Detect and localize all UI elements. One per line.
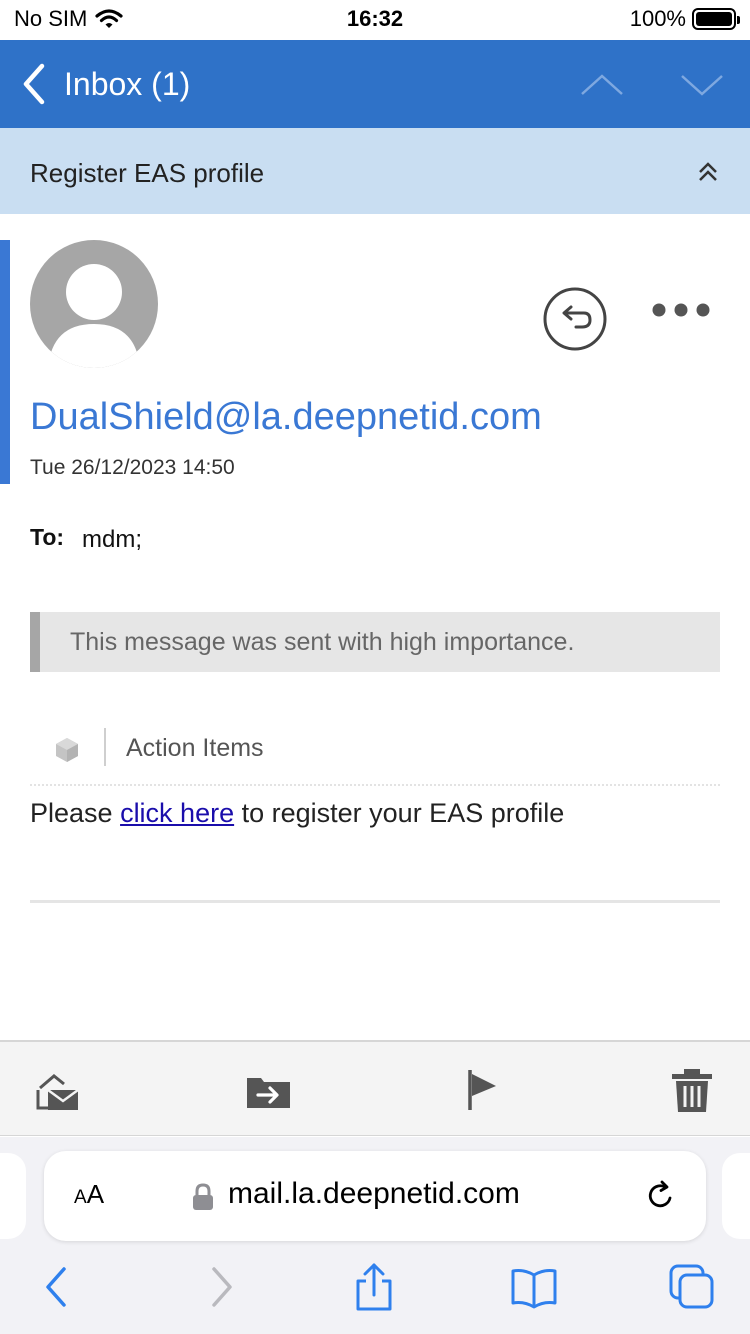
importance-text: This message was sent with high importan… xyxy=(70,628,575,656)
bookmarks-icon[interactable] xyxy=(510,1263,558,1311)
address-bar[interactable]: AA mail.la.deepnetid.com xyxy=(44,1151,706,1241)
mail-action-toolbar xyxy=(0,1040,750,1136)
message-accent-bar xyxy=(0,240,10,484)
person-icon xyxy=(48,264,140,368)
browser-bottom-bar: AA mail.la.deepnetid.com xyxy=(0,1137,750,1334)
flag-icon[interactable] xyxy=(460,1066,508,1114)
previous-message-chevron-up-icon[interactable] xyxy=(578,68,626,102)
previous-tab-preview[interactable] xyxy=(0,1153,26,1239)
conversation-subject-bar[interactable]: Register EAS profile xyxy=(0,128,750,214)
browser-forward-icon[interactable] xyxy=(198,1263,242,1311)
action-items-divider xyxy=(104,728,106,766)
share-icon[interactable] xyxy=(352,1263,396,1311)
action-items-bar[interactable]: Action Items xyxy=(30,724,720,786)
mail-header: Inbox (1) xyxy=(0,40,750,128)
next-message-chevron-down-icon[interactable] xyxy=(678,68,726,102)
lock-icon xyxy=(193,1183,213,1210)
battery-percent: 100% xyxy=(629,6,686,31)
url-text[interactable]: mail.la.deepnetid.com xyxy=(228,1177,520,1211)
status-bar: No SIM 16:32 100% xyxy=(0,0,750,40)
importance-banner: This message was sent with high importan… xyxy=(30,612,720,672)
more-options-icon[interactable] xyxy=(650,298,712,322)
mark-read-envelope-icon[interactable] xyxy=(34,1066,82,1114)
delete-trash-icon[interactable] xyxy=(668,1066,716,1114)
message-end-divider xyxy=(30,900,720,903)
action-items-label: Action Items xyxy=(126,734,264,762)
register-link[interactable]: click here xyxy=(120,798,234,828)
body-text-before: Please xyxy=(30,798,121,828)
status-right: 100% xyxy=(629,6,740,32)
body-text-after: to register your EAS profile xyxy=(234,798,565,828)
reload-icon[interactable] xyxy=(644,1179,678,1213)
sender-address[interactable]: DualShield@la.deepnetid.com xyxy=(30,396,542,439)
battery-icon xyxy=(692,8,740,30)
back-chevron-icon[interactable] xyxy=(18,62,54,106)
collapse-double-chevron-up-icon[interactable] xyxy=(694,158,722,186)
reply-icon[interactable] xyxy=(542,286,608,352)
message-body: Please click here to register your EAS p… xyxy=(30,798,564,829)
to-label: To: xyxy=(30,524,65,550)
inbox-title[interactable]: Inbox (1) xyxy=(64,66,190,103)
text-size-button[interactable]: AA xyxy=(74,1179,104,1210)
sender-avatar xyxy=(30,240,158,368)
conversation-subject: Register EAS profile xyxy=(30,158,265,188)
move-to-folder-icon[interactable] xyxy=(244,1066,292,1114)
message-datetime: Tue 26/12/2023 14:50 xyxy=(30,456,235,479)
browser-back-icon[interactable] xyxy=(36,1263,80,1311)
next-tab-preview[interactable] xyxy=(722,1153,750,1239)
recipient[interactable]: mdm; xyxy=(82,526,142,554)
tabs-icon[interactable] xyxy=(668,1263,716,1311)
action-items-cube-icon xyxy=(56,738,78,762)
